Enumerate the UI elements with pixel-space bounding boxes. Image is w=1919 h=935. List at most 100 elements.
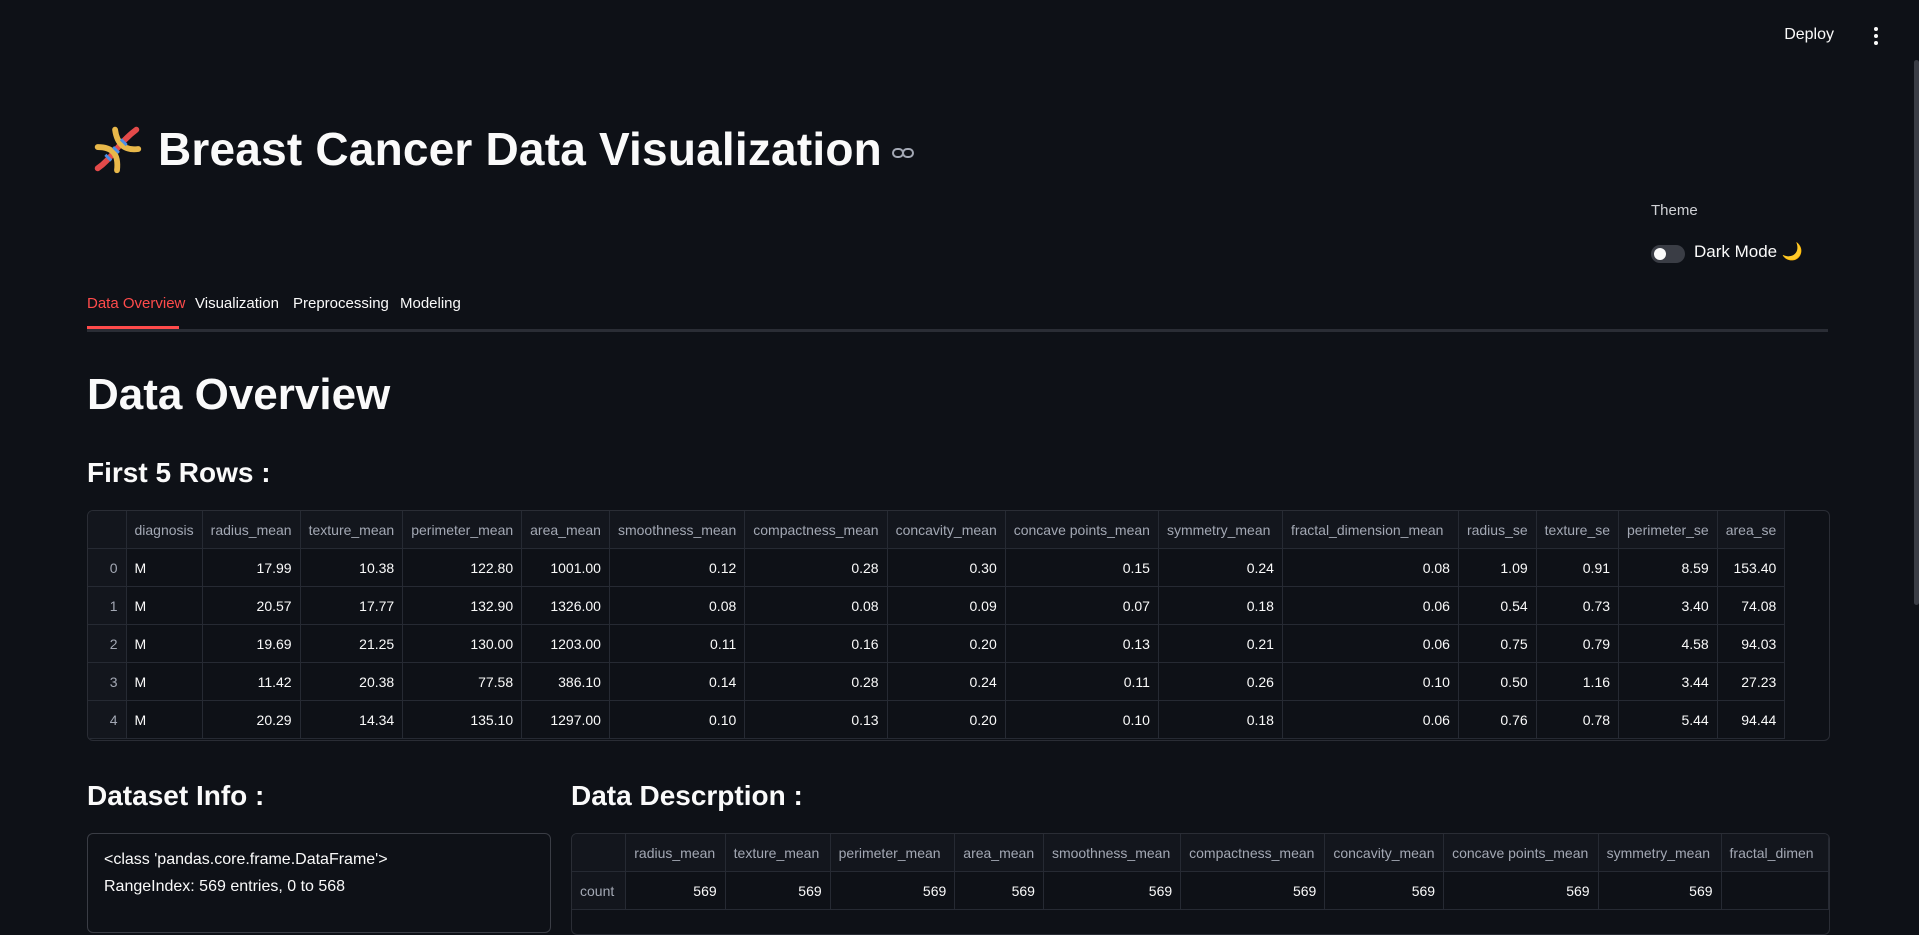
column-header[interactable]: compactness_mean xyxy=(1180,834,1326,872)
column-header[interactable]: perimeter_mean xyxy=(830,834,956,872)
table-row[interactable]: 1 M 20.57 17.77 132.90 1326.00 0.08 0.08 0.09 0.0… xyxy=(88,586,1786,625)
table-cell[interactable]: 569 xyxy=(1598,871,1722,910)
column-header[interactable]: concave points_mean xyxy=(1005,511,1159,549)
table-cell[interactable]: 135.10 xyxy=(402,700,523,739)
table-cell[interactable]: 153.40 xyxy=(1717,548,1786,587)
column-header[interactable]: radius_mean xyxy=(625,834,726,872)
table-cell[interactable]: 10.38 xyxy=(300,548,404,587)
table-cell[interactable]: 74.08 xyxy=(1717,586,1786,625)
table-cell[interactable]: 0.13 xyxy=(1005,624,1159,663)
table-cell[interactable]: 0.18 xyxy=(1158,586,1283,625)
table-cell[interactable]: 386.10 xyxy=(521,662,610,701)
table-cell[interactable]: 14.34 xyxy=(300,700,404,739)
table-cell[interactable]: 0.75 xyxy=(1458,624,1537,663)
table-cell[interactable]: 0.08 xyxy=(744,586,888,625)
table-cell[interactable]: 8.59 xyxy=(1618,548,1718,587)
table-cell[interactable]: 132.90 xyxy=(402,586,523,625)
tab-visualization[interactable]: Visualization xyxy=(195,295,279,312)
column-header[interactable]: texture_mean xyxy=(300,511,404,549)
table-cell[interactable]: 1297.00 xyxy=(521,700,610,739)
table-cell[interactable]: 0.28 xyxy=(744,662,888,701)
table-cell[interactable]: 0.11 xyxy=(1005,662,1159,701)
table-row[interactable]: count 569 569 569 569 569 569 569 569 569 xyxy=(572,871,1829,910)
table-cell[interactable]: 0.20 xyxy=(887,700,1006,739)
table-cell[interactable]: 20.29 xyxy=(202,700,301,739)
table-cell[interactable]: 0.14 xyxy=(609,662,746,701)
table-cell[interactable]: 569 xyxy=(1324,871,1445,910)
table-cell[interactable]: M xyxy=(126,662,203,701)
table-cell[interactable]: 4.58 xyxy=(1618,624,1718,663)
table-cell[interactable]: 0.06 xyxy=(1282,586,1459,625)
table-cell[interactable]: 0.10 xyxy=(609,700,746,739)
table-cell[interactable]: 0.73 xyxy=(1536,586,1620,625)
column-header[interactable]: diagnosis xyxy=(126,511,203,549)
table-cell[interactable]: 569 xyxy=(954,871,1044,910)
table-cell[interactable]: 19.69 xyxy=(202,624,301,663)
description-table[interactable]: radius_mean texture_mean perimeter_mean are… xyxy=(571,833,1830,935)
table-cell[interactable]: 1001.00 xyxy=(521,548,610,587)
table-cell[interactable]: 569 xyxy=(1180,871,1326,910)
scrollbar[interactable] xyxy=(1914,60,1919,605)
table-cell[interactable]: 0.13 xyxy=(744,700,888,739)
column-header[interactable]: compactness_mean xyxy=(744,511,888,549)
index-header[interactable] xyxy=(572,834,627,872)
row-index[interactable]: 4 xyxy=(88,700,127,739)
table-cell[interactable]: 0.15 xyxy=(1005,548,1159,587)
table-cell[interactable]: 0.76 xyxy=(1458,700,1537,739)
table-cell[interactable]: M xyxy=(126,624,203,663)
table-cell[interactable]: 569 xyxy=(830,871,956,910)
table-cell[interactable]: 1203.00 xyxy=(521,624,610,663)
column-header[interactable]: area_mean xyxy=(521,511,610,549)
table-cell[interactable]: 0.20 xyxy=(887,624,1006,663)
table-cell[interactable]: 1.09 xyxy=(1458,548,1537,587)
table-cell[interactable]: 77.58 xyxy=(402,662,523,701)
column-header[interactable]: fractal_dimension_mean xyxy=(1282,511,1459,549)
table-cell[interactable]: 0.18 xyxy=(1158,700,1283,739)
column-header[interactable]: concavity_mean xyxy=(1324,834,1445,872)
table-cell[interactable]: 0.24 xyxy=(1158,548,1283,587)
table-cell[interactable]: 569 xyxy=(725,871,831,910)
table-cell[interactable]: 0.08 xyxy=(609,586,746,625)
column-header[interactable]: area_se xyxy=(1717,511,1786,549)
column-header[interactable]: symmetry_mean xyxy=(1158,511,1283,549)
table-cell[interactable]: 0.12 xyxy=(609,548,746,587)
table-cell[interactable]: 94.44 xyxy=(1717,700,1786,739)
table-cell[interactable]: 0.30 xyxy=(887,548,1006,587)
table-cell[interactable]: 3.44 xyxy=(1618,662,1718,701)
column-header[interactable]: area_mean xyxy=(954,834,1044,872)
table-cell[interactable]: 21.25 xyxy=(300,624,404,663)
table-cell[interactable]: 1326.00 xyxy=(521,586,610,625)
deploy-button[interactable]: Deploy xyxy=(1784,26,1834,44)
table-cell[interactable]: 0.11 xyxy=(609,624,746,663)
index-header[interactable] xyxy=(88,511,127,549)
table-cell[interactable]: 0.28 xyxy=(744,548,888,587)
table-cell[interactable]: 0.24 xyxy=(887,662,1006,701)
row-index[interactable]: count xyxy=(572,871,627,910)
table-cell[interactable]: 94.03 xyxy=(1717,624,1786,663)
table-cell[interactable]: 569 xyxy=(1043,871,1182,910)
table-cell[interactable]: 27.23 xyxy=(1717,662,1786,701)
table-cell[interactable]: 0.78 xyxy=(1536,700,1620,739)
column-header[interactable]: radius_mean xyxy=(202,511,301,549)
column-header[interactable]: concavity_mean xyxy=(887,511,1006,549)
table-cell[interactable]: 0.06 xyxy=(1282,624,1459,663)
table-cell[interactable]: 5.44 xyxy=(1618,700,1718,739)
table-cell[interactable]: 11.42 xyxy=(202,662,301,701)
table-cell[interactable]: 17.77 xyxy=(300,586,404,625)
table-cell[interactable]: 122.80 xyxy=(402,548,523,587)
table-cell[interactable]: 0.07 xyxy=(1005,586,1159,625)
table-cell[interactable]: M xyxy=(126,586,203,625)
tab-preprocessing[interactable]: Preprocessing xyxy=(293,295,389,312)
table-cell[interactable]: 0.54 xyxy=(1458,586,1537,625)
table-cell[interactable]: 0.21 xyxy=(1158,624,1283,663)
table-row[interactable]: 0 M 17.99 10.38 122.80 1001.00 0.12 0.28 0.30 0.1… xyxy=(88,548,1786,587)
table-cell[interactable]: 3.40 xyxy=(1618,586,1718,625)
tab-data-overview[interactable]: Data Overview xyxy=(87,295,185,312)
table-cell[interactable]: 569 xyxy=(625,871,726,910)
table-cell[interactable]: 1.16 xyxy=(1536,662,1620,701)
column-header[interactable]: concave points_mean xyxy=(1443,834,1599,872)
table-cell[interactable]: 0.10 xyxy=(1005,700,1159,739)
table-row[interactable]: 2 M 19.69 21.25 130.00 1203.00 0.11 0.16 0.20 0.1… xyxy=(88,624,1786,663)
column-header[interactable]: smoothness_mean xyxy=(609,511,746,549)
column-header[interactable]: texture_mean xyxy=(725,834,831,872)
